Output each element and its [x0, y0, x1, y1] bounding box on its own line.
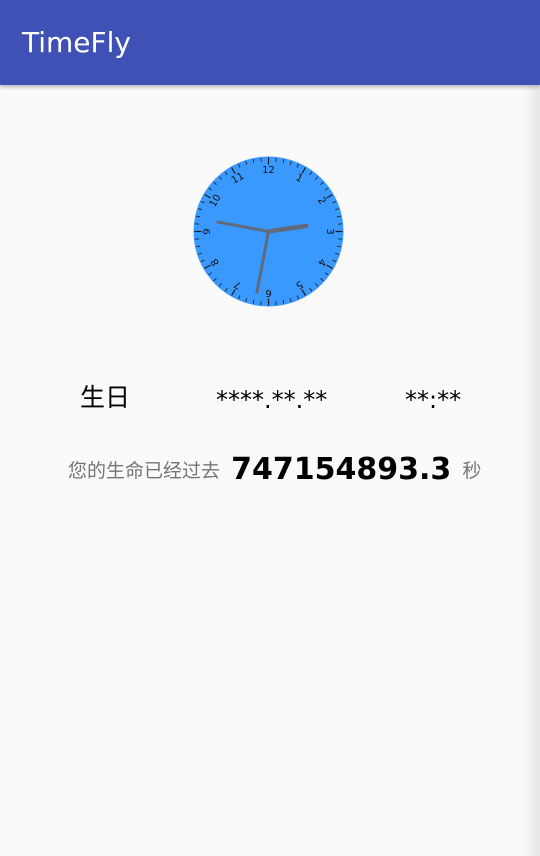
- edge-shadow: [522, 85, 540, 856]
- clock-numeral: 12: [262, 165, 275, 176]
- birthday-label: 生日: [80, 383, 131, 412]
- analog-clock: 121234567891011: [193, 156, 344, 307]
- clock-numeral: 6: [265, 287, 271, 298]
- birth-date-value[interactable]: ****.**.**: [216, 382, 327, 418]
- app-title: TimeFly: [22, 26, 131, 59]
- elapsed-prefix: 您的生命已经过去: [68, 460, 221, 482]
- elapsed-time-line: 您的生命已经过去 747154893.3 秒: [68, 452, 481, 496]
- elapsed-seconds-value: 747154893.3: [231, 452, 452, 487]
- clock-numeral: 9: [202, 228, 213, 234]
- elapsed-unit: 秒: [462, 460, 482, 482]
- app-bar: TimeFly: [0, 0, 540, 85]
- clock-numeral: 3: [324, 228, 335, 234]
- birth-time-value[interactable]: **:**: [405, 382, 461, 418]
